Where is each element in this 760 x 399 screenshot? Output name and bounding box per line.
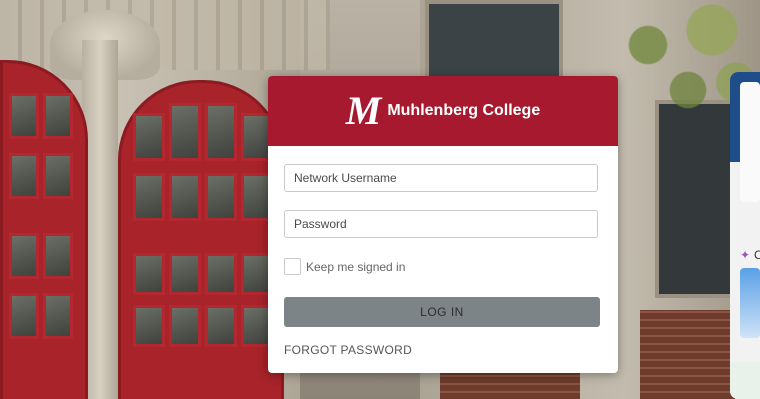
login-card: M Muhlenberg College Keep me signed in L…: [268, 76, 618, 373]
sparkle-icon: ✦: [740, 248, 751, 262]
side-panel[interactable]: ✦ C: [730, 72, 760, 399]
college-name: Muhlenberg College: [387, 102, 541, 119]
login-button[interactable]: LOG IN: [284, 297, 600, 327]
keep-signed-in[interactable]: Keep me signed in: [284, 258, 405, 275]
building-window: [425, 0, 563, 83]
card-header: M Muhlenberg College: [268, 76, 618, 146]
username-input[interactable]: [284, 164, 598, 192]
keep-signed-in-label: Keep me signed in: [306, 259, 406, 274]
college-logo-icon: M: [345, 88, 382, 133]
forgot-password-link[interactable]: FORGOT PASSWORD: [284, 343, 412, 357]
password-input[interactable]: [284, 210, 598, 238]
side-panel-text: C: [754, 248, 760, 262]
side-panel-thumbnail[interactable]: [740, 268, 760, 338]
red-door-center: [118, 80, 284, 399]
keep-signed-in-checkbox[interactable]: [284, 258, 301, 275]
brick-wall: [440, 372, 580, 399]
brick-wall: [640, 310, 735, 399]
red-door-left: [0, 60, 88, 399]
